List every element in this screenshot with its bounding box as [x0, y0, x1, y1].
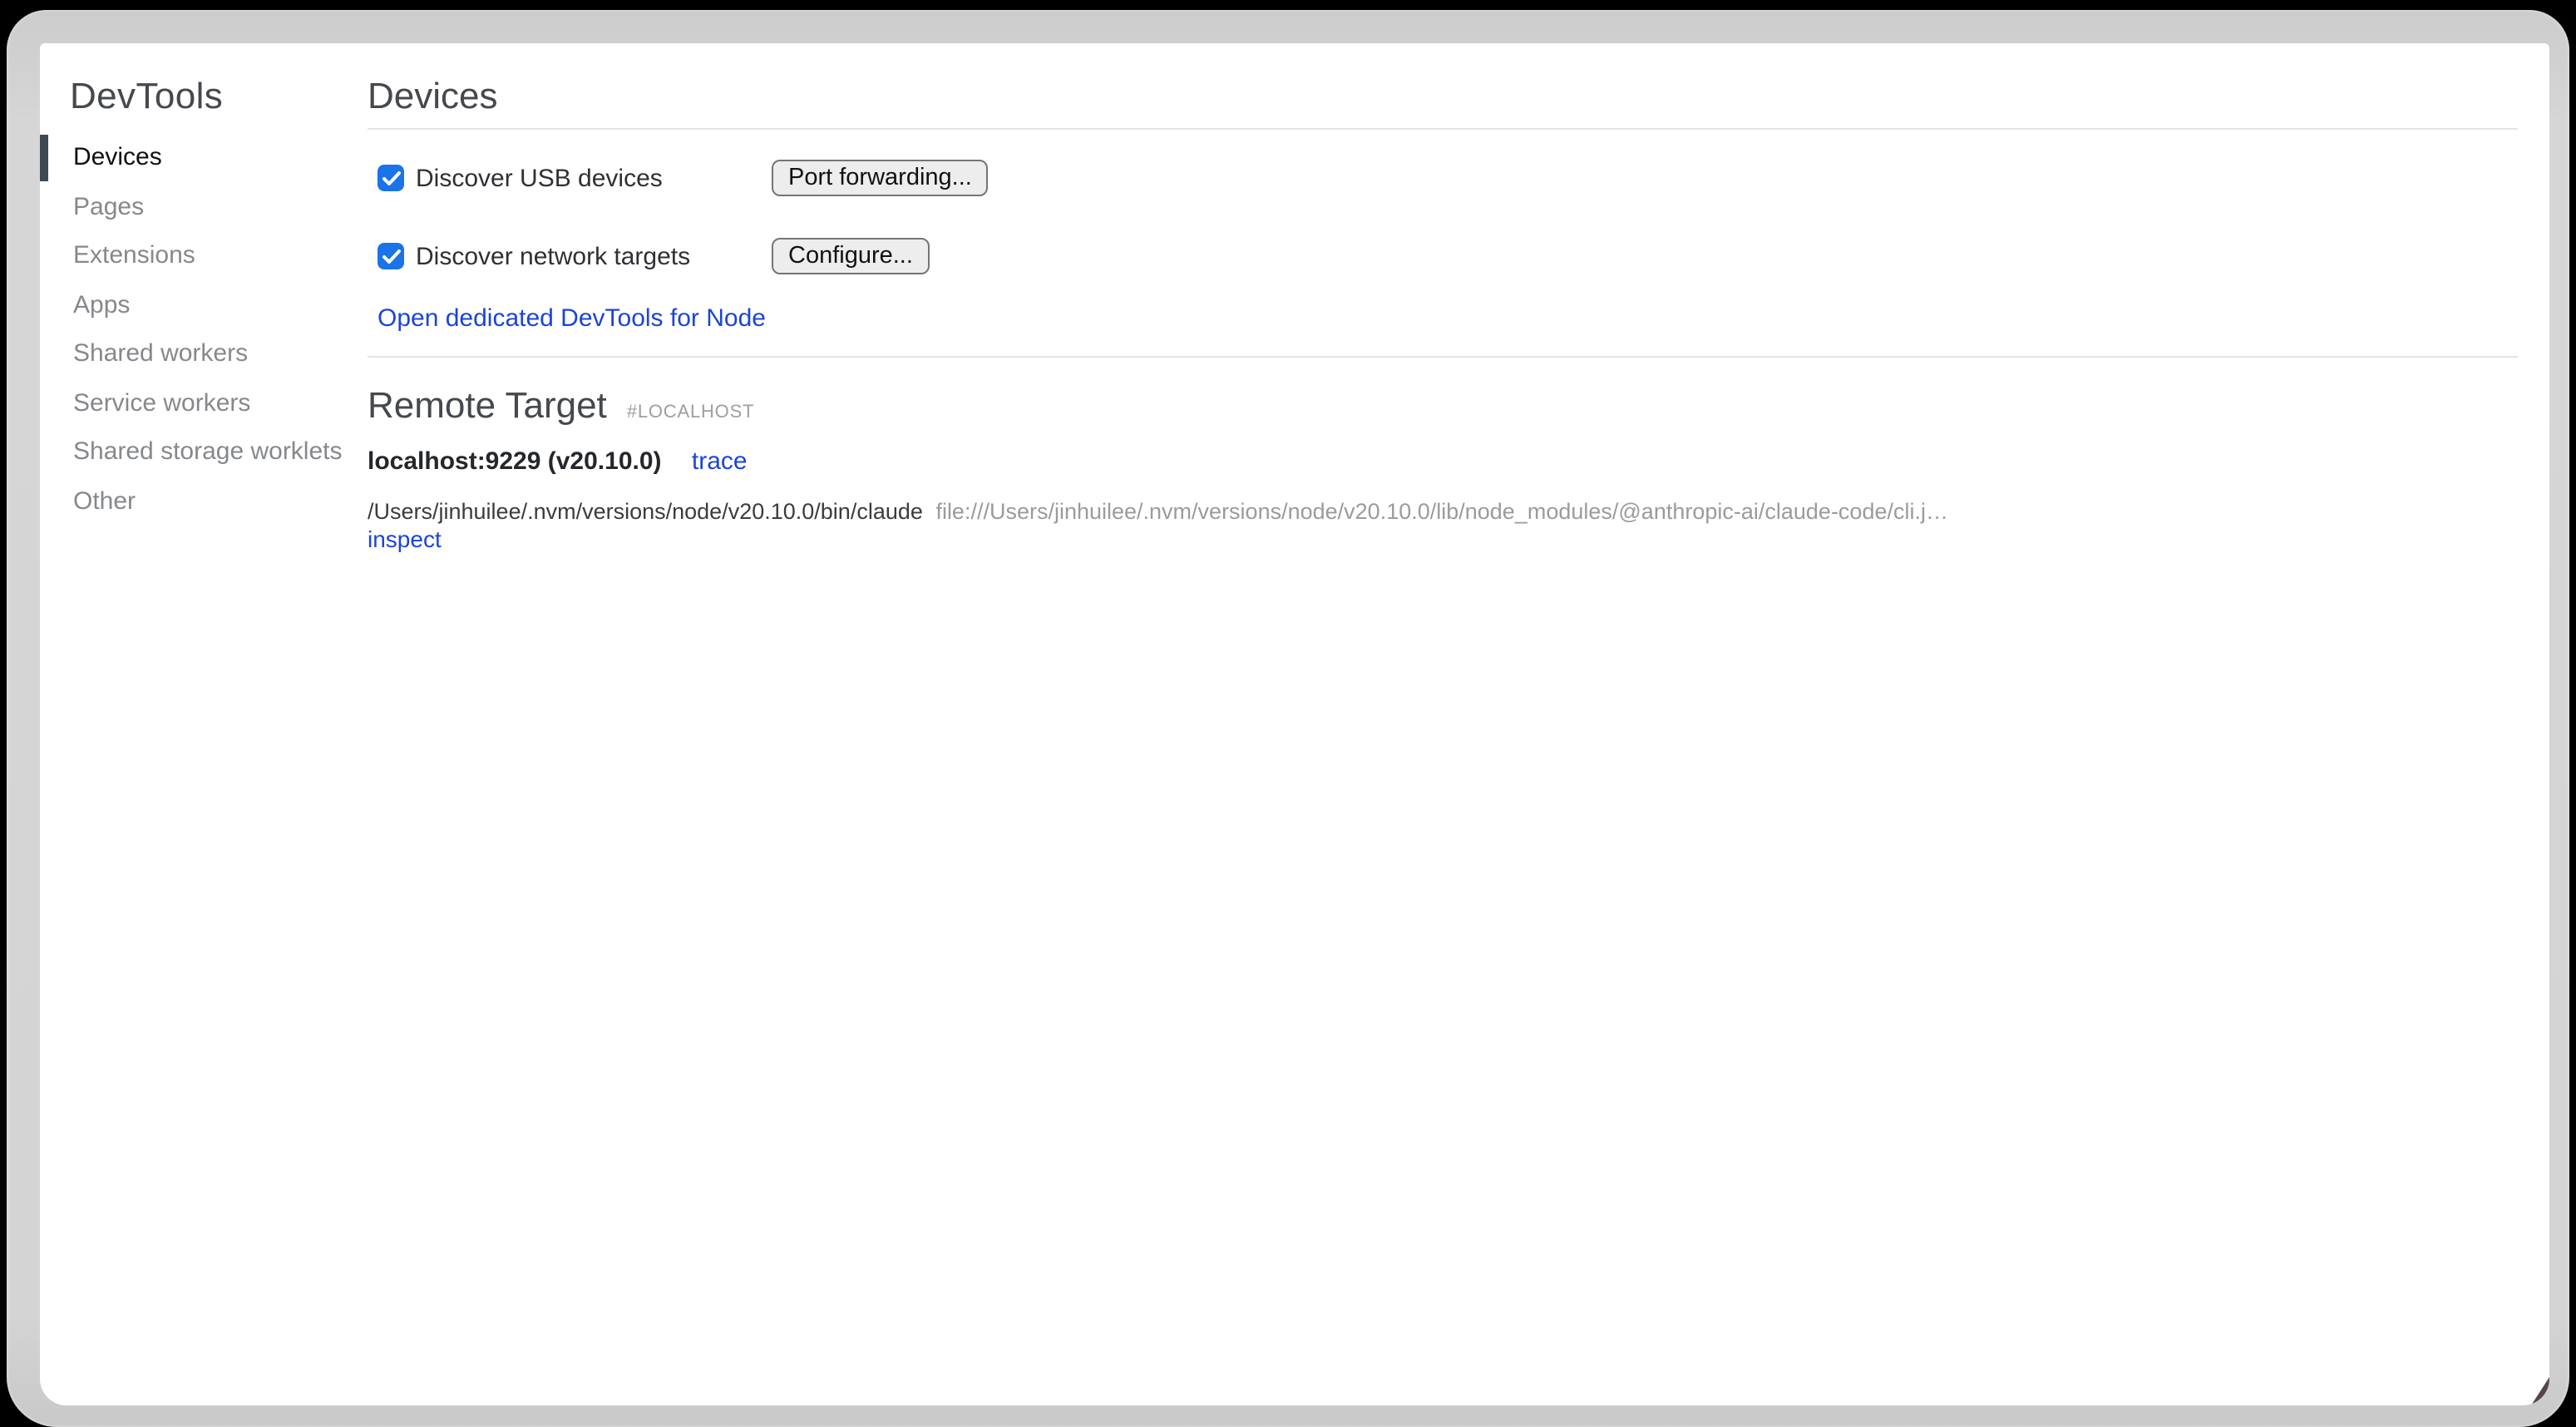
- sidebar-item-devices[interactable]: Devices: [40, 133, 368, 182]
- inspect-link[interactable]: inspect: [368, 526, 442, 552]
- devtools-window: DevTools Devices Pages Extensions Apps S…: [40, 43, 2549, 1405]
- trace-link[interactable]: trace: [692, 447, 748, 476]
- module-url: file:///Users/jinhuilee/.nvm/versions/no…: [935, 499, 1948, 524]
- page-title: Devices: [368, 75, 2518, 118]
- sidebar: DevTools Devices Pages Extensions Apps S…: [40, 43, 368, 1405]
- target-name: localhost:9229 (v20.10.0): [368, 447, 662, 476]
- remote-target-row: localhost:9229 (v20.10.0) trace: [368, 449, 2518, 476]
- sidebar-item-other[interactable]: Other: [40, 476, 368, 526]
- discover-network-label: Discover network targets: [416, 242, 690, 270]
- sidebar-item-extensions[interactable]: Extensions: [40, 231, 368, 280]
- devtools-title: DevTools: [70, 75, 368, 118]
- sidebar-item-service-workers[interactable]: Service workers: [40, 378, 368, 427]
- screen: DevTools Devices Pages Extensions Apps S…: [0, 0, 2576, 1427]
- discover-network-checkbox[interactable]: [378, 243, 404, 269]
- configure-button[interactable]: Configure...: [772, 238, 930, 274]
- sidebar-item-pages[interactable]: Pages: [40, 182, 368, 231]
- sidebar-item-shared-storage-worklets[interactable]: Shared storage worklets: [40, 427, 368, 476]
- discover-usb-label: Discover USB devices: [416, 164, 663, 192]
- remote-target-heading-row: Remote Target #LOCALHOST: [368, 384, 2518, 427]
- discover-network-row: Discover network targets Configure...: [368, 238, 2518, 274]
- remote-target-title: Remote Target: [368, 384, 607, 427]
- devices-panel: Devices Discover USB devices Port forwar…: [368, 43, 2549, 1405]
- inspect-row: inspect: [368, 527, 2518, 552]
- target-path-row: /Users/jinhuilee/.nvm/versions/node/v20.…: [368, 499, 2518, 526]
- discover-usb-row: Discover USB devices Port forwarding...: [368, 160, 2518, 196]
- checkmark-icon: [382, 249, 400, 264]
- open-node-devtools-link[interactable]: Open dedicated DevTools for Node: [378, 304, 766, 333]
- discover-usb-checkbox[interactable]: [378, 165, 404, 191]
- checkmark-icon: [382, 170, 400, 185]
- devtools-window-frame: DevTools Devices Pages Extensions Apps S…: [7, 10, 2569, 1427]
- header-divider: [368, 128, 2518, 130]
- node-devtools-row: Open dedicated DevTools for Node: [368, 306, 2518, 331]
- section-divider: [368, 356, 2518, 358]
- sidebar-item-shared-workers[interactable]: Shared workers: [40, 329, 368, 378]
- sidebar-item-apps[interactable]: Apps: [40, 280, 368, 329]
- localhost-tag: #LOCALHOST: [627, 402, 755, 422]
- port-forwarding-button[interactable]: Port forwarding...: [772, 160, 989, 196]
- process-path: /Users/jinhuilee/.nvm/versions/node/v20.…: [368, 499, 923, 524]
- sidebar-nav: Devices Pages Extensions Apps Shared wor…: [40, 133, 368, 526]
